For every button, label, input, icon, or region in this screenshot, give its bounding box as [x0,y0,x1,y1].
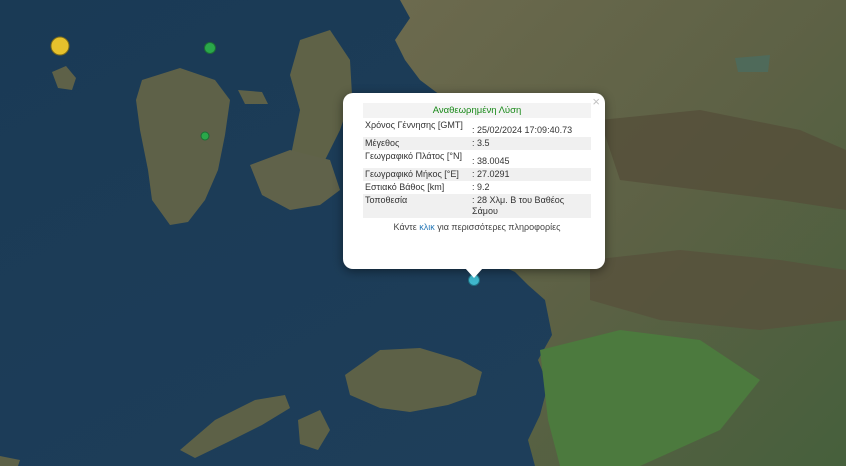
value-latitude: : 38.0045 [472,156,510,166]
value-location: : 28 Χλμ. Β του Βαθέος Σάμου [470,194,591,218]
label-origin-time: Χρόνος Γέννησης [GMT] [365,120,463,130]
older-earthquake-marker[interactable] [50,36,70,56]
popup-title: Αναθεωρημένη Λύση [363,103,591,118]
label-depth: Εστιακό Βάθος [km] [365,182,445,192]
popup-footer: Κάντε κλικ για περισσότερες πληροφορίες [363,222,591,232]
footer-prefix: Κάντε [393,222,420,232]
value-longitude: : 27.0291 [470,168,591,181]
recent-earthquake-marker-chios[interactable] [200,131,210,141]
value-depth: : 9.2 [472,182,490,192]
label-location: Τοποθεσία [363,194,470,218]
row-depth: Εστιακό Βάθος [km] : 9.2 [363,181,591,194]
label-latitude: Γεωγραφικό Πλάτος [°N] [365,151,462,161]
row-magnitude: Μέγεθος : 3.5 [363,137,591,150]
row-longitude: Γεωγραφικό Μήκος [°E] : 27.0291 [363,168,591,181]
recent-earthquake-marker[interactable] [204,42,216,54]
close-icon[interactable]: × [592,95,600,108]
row-latitude: Γεωγραφικό Πλάτος [°N] : 38.0045 [363,150,591,168]
label-magnitude: Μέγεθος [363,137,470,150]
row-origin-time: Χρόνος Γέννησης [GMT] : 25/02/2024 17:09… [363,119,591,137]
value-magnitude: : 3.5 [470,137,591,150]
value-origin-time: : 25/02/2024 17:09:40.73 [472,125,573,135]
more-info-link[interactable]: κλικ [419,222,435,232]
earthquake-details-table: Χρόνος Γέννησης [GMT] : 25/02/2024 17:09… [363,119,591,218]
label-longitude: Γεωγραφικό Μήκος [°E] [363,168,470,181]
earthquake-info-popup: × Αναθεωρημένη Λύση Χρόνος Γέννησης [GMT… [343,93,605,278]
row-location: Τοποθεσία : 28 Χλμ. Β του Βαθέος Σάμου [363,194,591,218]
footer-suffix: για περισσότερες πληροφορίες [434,222,561,232]
